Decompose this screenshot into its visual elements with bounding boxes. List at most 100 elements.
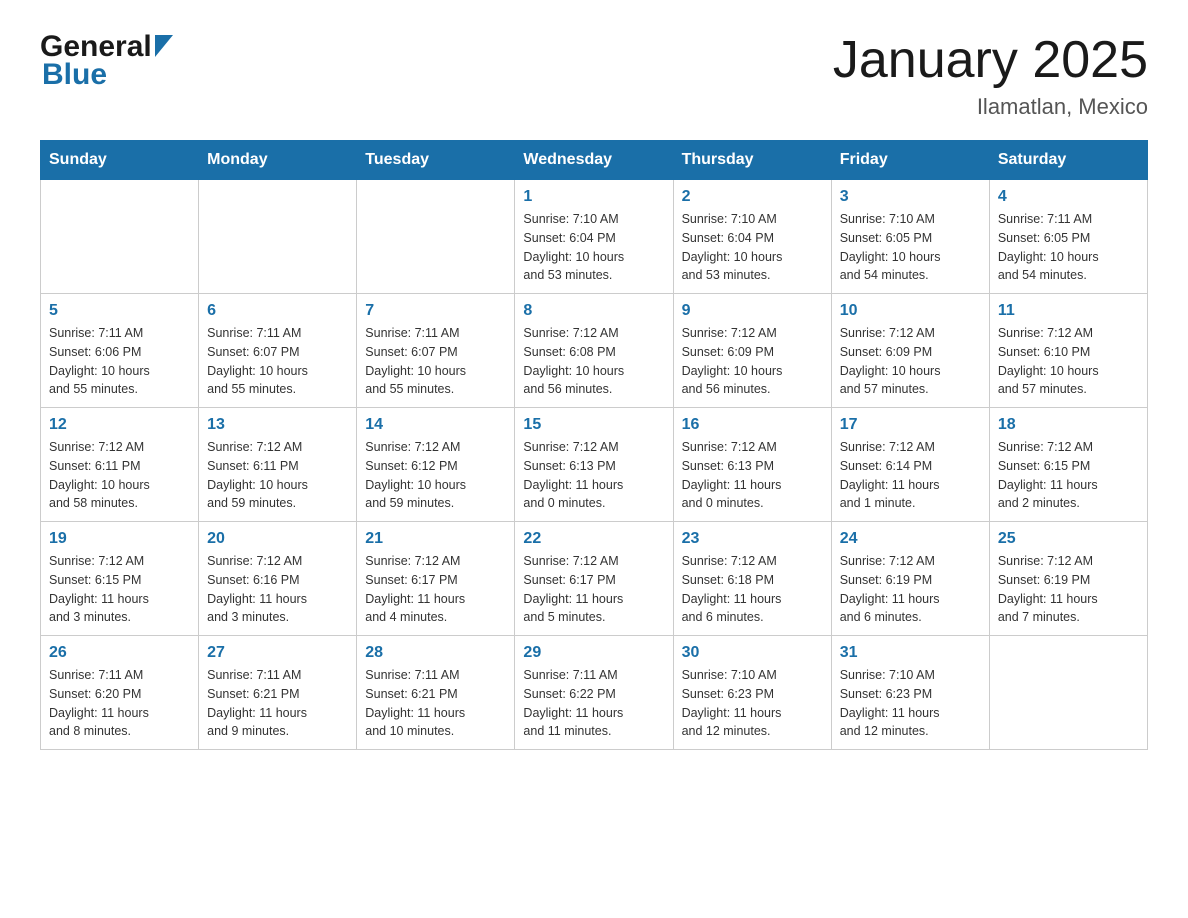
day-number: 8 <box>523 302 664 320</box>
weekday-header: Friday <box>831 141 989 180</box>
day-number: 9 <box>682 302 823 320</box>
day-info: Sunrise: 7:12 AM Sunset: 6:12 PM Dayligh… <box>365 438 506 513</box>
calendar-cell: 4Sunrise: 7:11 AM Sunset: 6:05 PM Daylig… <box>989 180 1147 294</box>
calendar-cell: 25Sunrise: 7:12 AM Sunset: 6:19 PM Dayli… <box>989 522 1147 636</box>
calendar-week-row: 19Sunrise: 7:12 AM Sunset: 6:15 PM Dayli… <box>41 522 1148 636</box>
day-number: 2 <box>682 188 823 206</box>
day-info: Sunrise: 7:12 AM Sunset: 6:13 PM Dayligh… <box>682 438 823 513</box>
day-info: Sunrise: 7:10 AM Sunset: 6:04 PM Dayligh… <box>682 210 823 285</box>
day-info: Sunrise: 7:12 AM Sunset: 6:14 PM Dayligh… <box>840 438 981 513</box>
weekday-header: Wednesday <box>515 141 673 180</box>
weekday-header: Saturday <box>989 141 1147 180</box>
day-info: Sunrise: 7:12 AM Sunset: 6:09 PM Dayligh… <box>840 324 981 399</box>
day-info: Sunrise: 7:11 AM Sunset: 6:07 PM Dayligh… <box>365 324 506 399</box>
day-info: Sunrise: 7:10 AM Sunset: 6:23 PM Dayligh… <box>682 666 823 741</box>
calendar-cell: 30 Sunrise: 7:10 AM Sunset: 6:23 PM Dayli… <box>673 636 831 750</box>
day-number: 5 <box>49 302 190 320</box>
calendar-title: January 2025 <box>833 30 1148 90</box>
day-number: 28 <box>365 644 506 662</box>
calendar-cell: 8Sunrise: 7:12 AM Sunset: 6:08 PM Daylig… <box>515 294 673 408</box>
calendar-cell: 6Sunrise: 7:11 AM Sunset: 6:07 PM Daylig… <box>199 294 357 408</box>
weekday-header: Sunday <box>41 141 199 180</box>
day-number: 18 <box>998 416 1139 434</box>
calendar-cell: 24Sunrise: 7:12 AM Sunset: 6:19 PM Dayli… <box>831 522 989 636</box>
calendar-cell: 2 Sunrise: 7:10 AM Sunset: 6:04 PM Daylig… <box>673 180 831 294</box>
day-info: Sunrise: 7:12 AM Sunset: 6:18 PM Dayligh… <box>682 552 823 627</box>
calendar-cell: 26Sunrise: 7:11 AM Sunset: 6:20 PM Dayli… <box>41 636 199 750</box>
day-info: Sunrise: 7:11 AM Sunset: 6:06 PM Dayligh… <box>49 324 190 399</box>
day-info: Sunrise: 7:11 AM Sunset: 6:21 PM Dayligh… <box>365 666 506 741</box>
day-number: 6 <box>207 302 348 320</box>
day-number: 10 <box>840 302 981 320</box>
calendar-week-row: 5 Sunrise: 7:11 AM Sunset: 6:06 PM Daylig… <box>41 294 1148 408</box>
calendar-cell: 15Sunrise: 7:12 AM Sunset: 6:13 PM Dayli… <box>515 408 673 522</box>
calendar-cell: 27 Sunrise: 7:11 AM Sunset: 6:21 PM Dayli… <box>199 636 357 750</box>
day-info: Sunrise: 7:12 AM Sunset: 6:10 PM Dayligh… <box>998 324 1139 399</box>
calendar-cell: 1 Sunrise: 7:10 AM Sunset: 6:04 PM Daylig… <box>515 180 673 294</box>
day-info: Sunrise: 7:12 AM Sunset: 6:17 PM Dayligh… <box>523 552 664 627</box>
weekday-header: Thursday <box>673 141 831 180</box>
calendar-cell: 20 Sunrise: 7:12 AM Sunset: 6:16 PM Dayli… <box>199 522 357 636</box>
calendar-cell: 17 Sunrise: 7:12 AM Sunset: 6:14 PM Dayli… <box>831 408 989 522</box>
day-number: 14 <box>365 416 506 434</box>
day-number: 17 <box>840 416 981 434</box>
day-info: Sunrise: 7:10 AM Sunset: 6:23 PM Dayligh… <box>840 666 981 741</box>
day-info: Sunrise: 7:11 AM Sunset: 6:21 PM Dayligh… <box>207 666 348 741</box>
day-number: 13 <box>207 416 348 434</box>
calendar-cell: 21Sunrise: 7:12 AM Sunset: 6:17 PM Dayli… <box>357 522 515 636</box>
day-info: Sunrise: 7:11 AM Sunset: 6:22 PM Dayligh… <box>523 666 664 741</box>
calendar-cell: 3 Sunrise: 7:10 AM Sunset: 6:05 PM Daylig… <box>831 180 989 294</box>
calendar-cell: 11 Sunrise: 7:12 AM Sunset: 6:10 PM Dayli… <box>989 294 1147 408</box>
calendar-subtitle: Ilamatlan, Mexico <box>833 94 1148 120</box>
day-number: 31 <box>840 644 981 662</box>
calendar-cell <box>41 180 199 294</box>
calendar-header: SundayMondayTuesdayWednesdayThursdayFrid… <box>41 141 1148 180</box>
day-info: Sunrise: 7:12 AM Sunset: 6:11 PM Dayligh… <box>49 438 190 513</box>
calendar-cell: 31 Sunrise: 7:10 AM Sunset: 6:23 PM Dayli… <box>831 636 989 750</box>
day-info: Sunrise: 7:11 AM Sunset: 6:05 PM Dayligh… <box>998 210 1139 285</box>
calendar-cell: 23Sunrise: 7:12 AM Sunset: 6:18 PM Dayli… <box>673 522 831 636</box>
calendar-cell: 13 Sunrise: 7:12 AM Sunset: 6:11 PM Dayli… <box>199 408 357 522</box>
day-info: Sunrise: 7:12 AM Sunset: 6:16 PM Dayligh… <box>207 552 348 627</box>
day-number: 11 <box>998 302 1139 320</box>
day-number: 30 <box>682 644 823 662</box>
day-number: 26 <box>49 644 190 662</box>
calendar-body: 1 Sunrise: 7:10 AM Sunset: 6:04 PM Daylig… <box>41 180 1148 750</box>
calendar-week-row: 1 Sunrise: 7:10 AM Sunset: 6:04 PM Daylig… <box>41 180 1148 294</box>
day-info: Sunrise: 7:10 AM Sunset: 6:05 PM Dayligh… <box>840 210 981 285</box>
day-info: Sunrise: 7:12 AM Sunset: 6:13 PM Dayligh… <box>523 438 664 513</box>
logo-blue-text: Blue <box>42 58 107 92</box>
logo: General Blue <box>40 30 173 92</box>
calendar-cell: 22Sunrise: 7:12 AM Sunset: 6:17 PM Dayli… <box>515 522 673 636</box>
day-number: 12 <box>49 416 190 434</box>
day-info: Sunrise: 7:12 AM Sunset: 6:11 PM Dayligh… <box>207 438 348 513</box>
title-block: January 2025 Ilamatlan, Mexico <box>833 30 1148 120</box>
day-info: Sunrise: 7:12 AM Sunset: 6:15 PM Dayligh… <box>998 438 1139 513</box>
day-number: 3 <box>840 188 981 206</box>
day-info: Sunrise: 7:12 AM Sunset: 6:09 PM Dayligh… <box>682 324 823 399</box>
calendar-cell: 10 Sunrise: 7:12 AM Sunset: 6:09 PM Dayli… <box>831 294 989 408</box>
weekday-row: SundayMondayTuesdayWednesdayThursdayFrid… <box>41 141 1148 180</box>
logo-triangle-icon <box>155 35 173 62</box>
calendar-table: SundayMondayTuesdayWednesdayThursdayFrid… <box>40 140 1148 750</box>
calendar-cell: 9 Sunrise: 7:12 AM Sunset: 6:09 PM Daylig… <box>673 294 831 408</box>
day-info: Sunrise: 7:12 AM Sunset: 6:17 PM Dayligh… <box>365 552 506 627</box>
day-number: 20 <box>207 530 348 548</box>
calendar-week-row: 26Sunrise: 7:11 AM Sunset: 6:20 PM Dayli… <box>41 636 1148 750</box>
day-number: 25 <box>998 530 1139 548</box>
calendar-cell: 5 Sunrise: 7:11 AM Sunset: 6:06 PM Daylig… <box>41 294 199 408</box>
day-number: 29 <box>523 644 664 662</box>
day-number: 19 <box>49 530 190 548</box>
calendar-cell: 7 Sunrise: 7:11 AM Sunset: 6:07 PM Daylig… <box>357 294 515 408</box>
day-number: 7 <box>365 302 506 320</box>
day-number: 16 <box>682 416 823 434</box>
weekday-header: Monday <box>199 141 357 180</box>
day-number: 24 <box>840 530 981 548</box>
day-number: 27 <box>207 644 348 662</box>
day-number: 1 <box>523 188 664 206</box>
calendar-cell: 19Sunrise: 7:12 AM Sunset: 6:15 PM Dayli… <box>41 522 199 636</box>
calendar-cell: 12 Sunrise: 7:12 AM Sunset: 6:11 PM Dayli… <box>41 408 199 522</box>
calendar-cell: 16 Sunrise: 7:12 AM Sunset: 6:13 PM Dayli… <box>673 408 831 522</box>
calendar-week-row: 12 Sunrise: 7:12 AM Sunset: 6:11 PM Dayli… <box>41 408 1148 522</box>
day-info: Sunrise: 7:10 AM Sunset: 6:04 PM Dayligh… <box>523 210 664 285</box>
